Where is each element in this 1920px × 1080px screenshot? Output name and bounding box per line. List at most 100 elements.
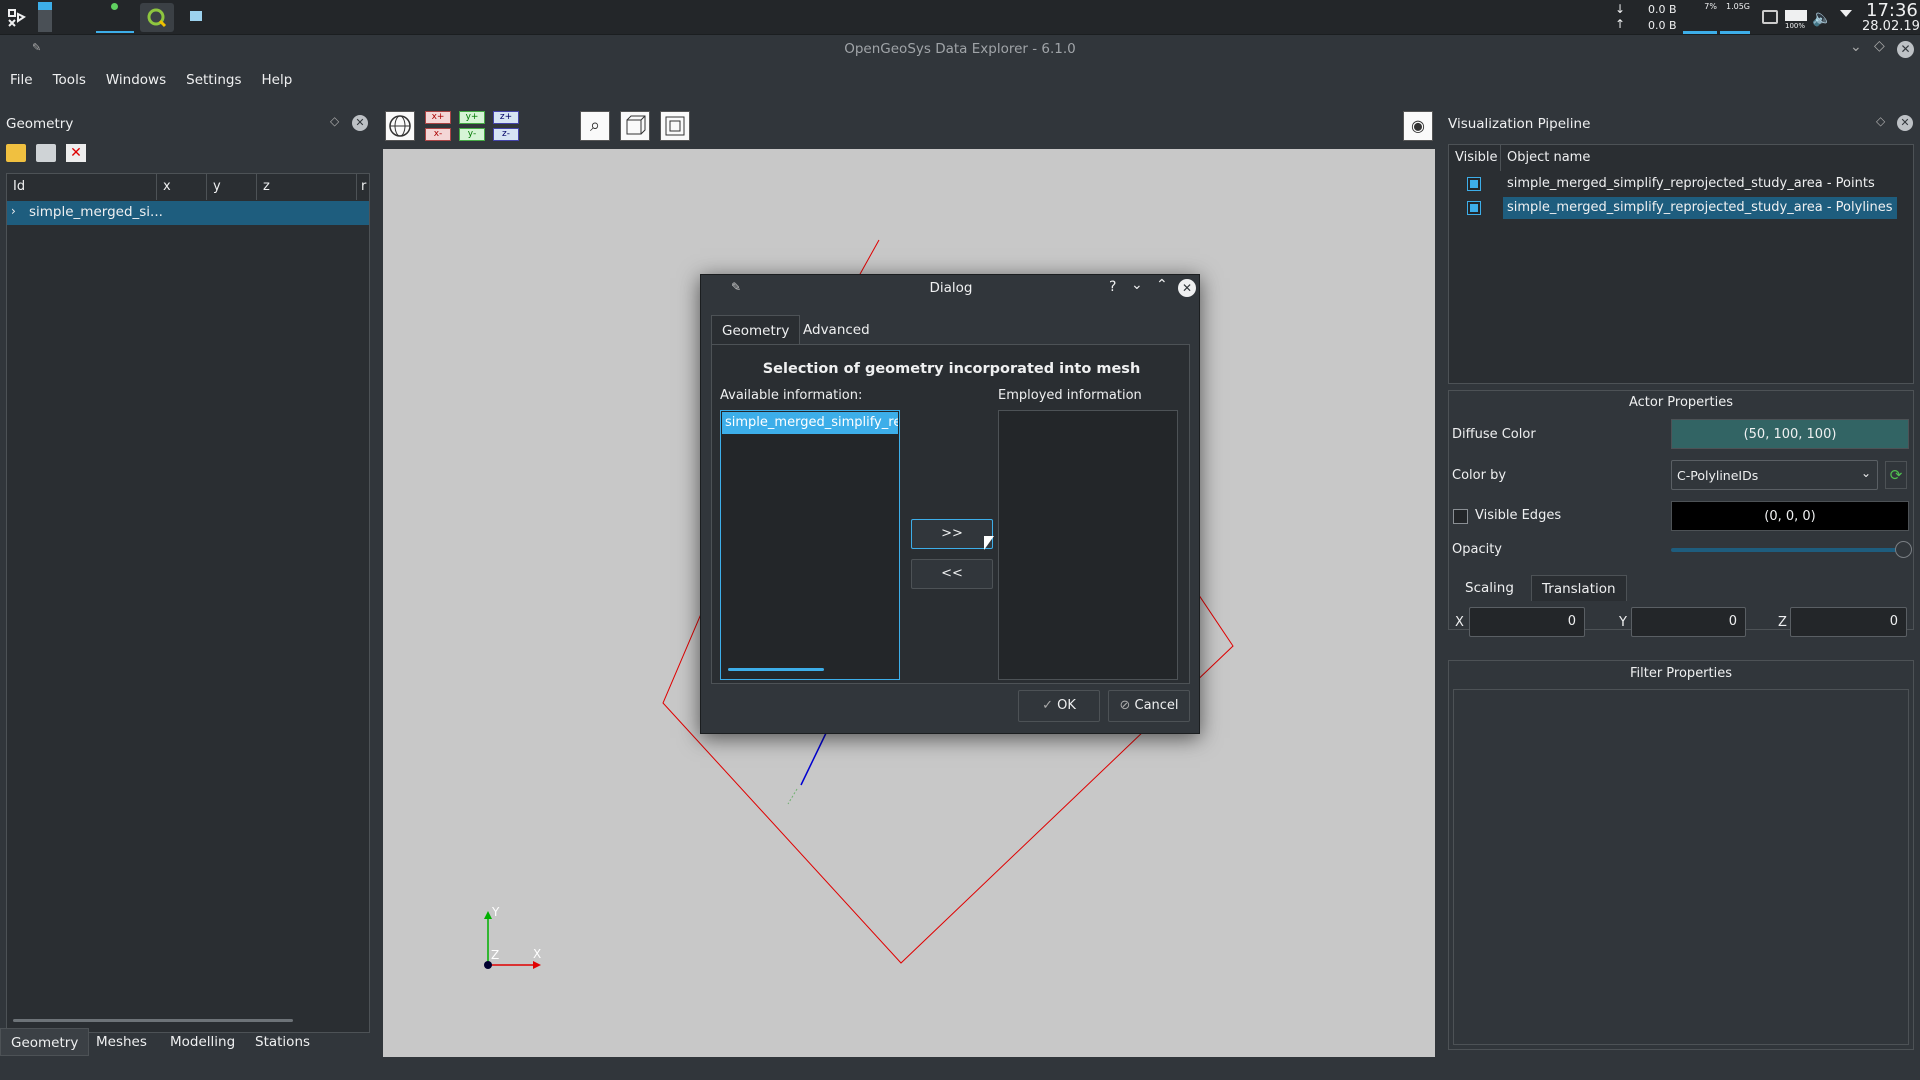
remove-icon[interactable]: ✕	[66, 144, 86, 162]
cpu-value: 7%	[1704, 2, 1717, 11]
dialog-title: Dialog	[929, 280, 973, 296]
pipeline-row[interactable]: simple_merged_simplify_reprojected_study…	[1449, 197, 1913, 219]
visible-edges-checkbox[interactable]	[1453, 509, 1468, 524]
globe-icon[interactable]	[385, 111, 415, 141]
menu-settings[interactable]: Settings	[176, 65, 251, 95]
perspective-icon[interactable]	[620, 111, 650, 141]
edge-color-button[interactable]: (0, 0, 0)	[1671, 501, 1909, 531]
taskbar-app-4[interactable]	[190, 11, 202, 21]
dialog-minimize-icon[interactable]: ⌄	[1131, 277, 1143, 293]
colorby-value: C-PolylineIDs	[1677, 468, 1759, 483]
employed-list[interactable]	[998, 410, 1178, 680]
dialog-tab-geometry[interactable]: Geometry	[711, 315, 801, 345]
dock-float-icon[interactable]: ◇	[1876, 114, 1885, 128]
visible-checkbox[interactable]	[1467, 177, 1481, 191]
refresh-icon[interactable]: ⟳	[1885, 461, 1907, 489]
diffuse-color-button[interactable]: (50, 100, 100)	[1671, 419, 1909, 449]
tab-modelling[interactable]: Modelling	[160, 1028, 245, 1056]
chevron-down-icon: ⌄	[1860, 466, 1871, 480]
col-visible[interactable]: Visible	[1449, 145, 1501, 171]
available-list[interactable]: simple_merged_simplify_repr	[720, 410, 900, 680]
taskbar-app-1[interactable]	[38, 2, 52, 32]
tree-row[interactable]: › simple_merged_si...	[7, 201, 369, 225]
volume-icon[interactable]: 🔈	[1812, 8, 1832, 27]
minimize-icon[interactable]: ⌄	[1850, 39, 1862, 55]
green-segment	[787, 788, 798, 805]
help-icon[interactable]: ?	[1109, 279, 1116, 295]
dock-close-icon[interactable]: ✕	[352, 115, 368, 131]
col-id[interactable]: Id	[7, 174, 157, 200]
tray-expand-icon[interactable]	[1840, 10, 1852, 17]
tab-meshes[interactable]: Meshes	[86, 1028, 157, 1056]
zoom-icon[interactable]: ⌕	[580, 111, 610, 141]
battery-icon[interactable]	[1785, 10, 1807, 21]
menu-file[interactable]: File	[0, 65, 43, 95]
employed-label: Employed information	[998, 388, 1142, 403]
net-down-value: 0.0 B	[1648, 3, 1677, 16]
clipboard-icon[interactable]	[1762, 10, 1778, 24]
horizontal-scrollbar[interactable]	[728, 668, 824, 671]
axis-z-label: Z	[491, 948, 500, 962]
col-x[interactable]: x	[157, 174, 207, 200]
expand-arrow-icon[interactable]: ›	[11, 204, 16, 218]
opacity-slider-handle[interactable]	[1895, 541, 1912, 558]
menu-tools[interactable]: Tools	[43, 65, 96, 95]
dialog-tab-advanced[interactable]: Advanced	[793, 315, 880, 345]
dock-float-icon[interactable]: ◇	[330, 114, 339, 128]
screenshot-icon[interactable]: ◉	[1403, 111, 1433, 141]
taskbar-app-2[interactable]	[58, 0, 134, 35]
col-z[interactable]: z	[257, 174, 357, 200]
menu-windows[interactable]: Windows	[96, 65, 176, 95]
dock-close-icon[interactable]: ✕	[1897, 115, 1913, 131]
menu-bar: File Tools Windows Settings Help	[0, 65, 1920, 95]
add-y-icon[interactable]: y+	[459, 111, 485, 124]
maximize-icon[interactable]: ◇	[1874, 38, 1885, 54]
sub-z-icon[interactable]: z-	[493, 128, 519, 141]
clock-time[interactable]: 17:36	[1866, 0, 1918, 21]
save-file-icon[interactable]	[36, 144, 56, 162]
cancel-button[interactable]: ⊘ Cancel	[1108, 690, 1190, 722]
col-r[interactable]: r	[357, 174, 371, 200]
cancel-icon: ⊘	[1119, 698, 1131, 713]
tab-scaling[interactable]: Scaling	[1455, 575, 1524, 601]
visible-checkbox[interactable]	[1467, 201, 1481, 215]
close-icon[interactable]: ✕	[1897, 41, 1914, 58]
pipeline-row[interactable]: simple_merged_simplify_reprojected_study…	[1449, 173, 1913, 195]
add-z-icon[interactable]: z+	[493, 111, 519, 124]
ok-button[interactable]: ✓ OK	[1018, 690, 1100, 722]
app-launcher-icon[interactable]	[6, 6, 28, 28]
geometry-tree[interactable]: Id x y z r › simple_merged_si...	[6, 173, 370, 1033]
col-y[interactable]: y	[207, 174, 257, 200]
dialog-close-icon[interactable]: ✕	[1178, 279, 1196, 297]
opacity-slider[interactable]	[1671, 541, 1912, 558]
sub-y-icon[interactable]: y-	[459, 128, 485, 141]
axis-y-arrow	[484, 911, 492, 919]
add-button[interactable]: >>	[911, 519, 993, 549]
menu-help[interactable]: Help	[252, 65, 303, 95]
axis-x-label: X	[533, 947, 542, 961]
mouse-cursor	[984, 536, 994, 550]
pipeline-row-label: simple_merged_simplify_reprojected_study…	[1503, 197, 1897, 219]
qgis-icon[interactable]	[140, 3, 174, 32]
clock-date[interactable]: 28.02.19	[1862, 19, 1920, 34]
open-file-icon[interactable]	[6, 144, 26, 162]
list-item[interactable]: simple_merged_simplify_repr	[722, 412, 898, 434]
translation-x-label: X	[1455, 615, 1464, 630]
tab-translation[interactable]: Translation	[1531, 575, 1627, 601]
sub-x-icon[interactable]: x-	[425, 128, 451, 141]
translation-x-input[interactable]: 0	[1469, 607, 1585, 637]
pipeline-list[interactable]: Visible Object name simple_merged_simpli…	[1448, 144, 1914, 384]
dialog: ✎ Dialog ? ⌄ ⌃ ✕ Geometry Advanced Selec…	[700, 274, 1200, 734]
horizontal-scrollbar[interactable]	[13, 1019, 293, 1022]
tab-stations[interactable]: Stations	[245, 1028, 320, 1056]
colorby-select[interactable]: C-PolylineIDs ⌄	[1671, 460, 1878, 490]
available-label: Available information:	[720, 388, 863, 403]
col-object-name[interactable]: Object name	[1501, 145, 1913, 171]
tab-geometry[interactable]: Geometry	[0, 1028, 90, 1056]
dialog-maximize-icon[interactable]: ⌃	[1156, 277, 1168, 293]
ortho-icon[interactable]	[660, 111, 690, 141]
translation-y-input[interactable]: 0	[1631, 607, 1746, 637]
add-x-icon[interactable]: x+	[425, 111, 451, 124]
remove-button[interactable]: <<	[911, 559, 993, 589]
translation-z-input[interactable]: 0	[1790, 607, 1907, 637]
